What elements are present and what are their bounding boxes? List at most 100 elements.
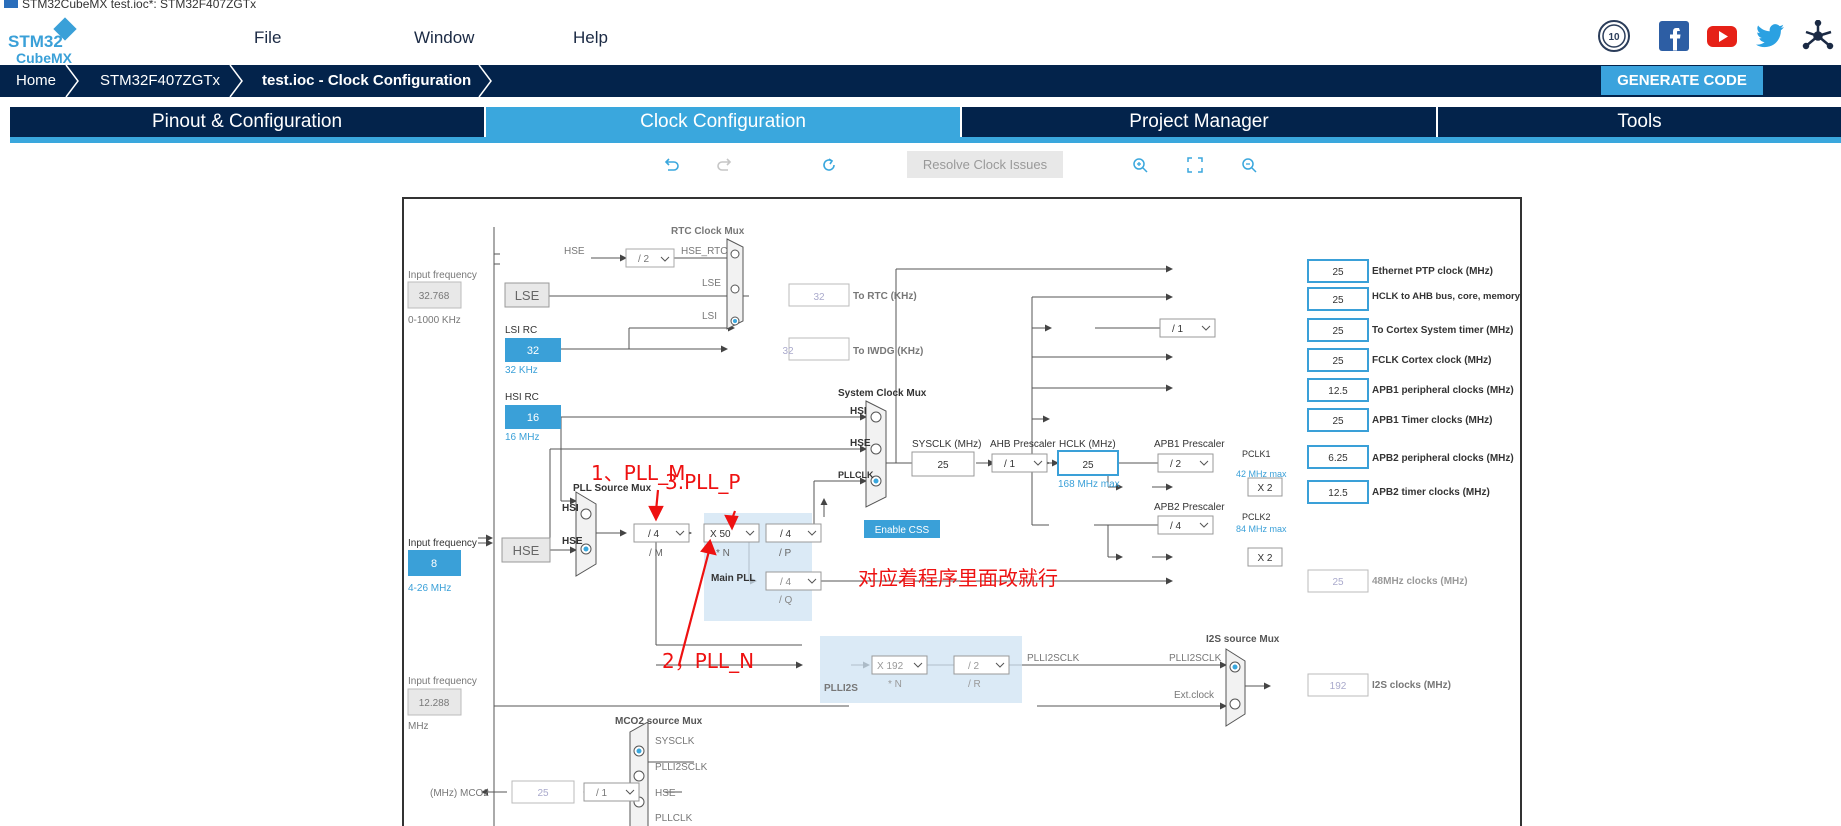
undo-icon[interactable] bbox=[662, 156, 680, 174]
output-value-4: 12.5 bbox=[1328, 386, 1348, 397]
pll-q-value: / 4 bbox=[780, 577, 792, 588]
output-label-5: APB1 Timer clocks (MHz) bbox=[1372, 415, 1492, 426]
lse-label: LSE bbox=[515, 288, 540, 303]
mco2-plli2sclk-label: PLLI2SCLK bbox=[655, 762, 708, 773]
plli2s-n-value: X 192 bbox=[877, 661, 904, 672]
twitter-icon[interactable] bbox=[1754, 20, 1786, 52]
output-label-1: HCLK to AHB bus, core, memory and DMA (M… bbox=[1372, 291, 1522, 302]
rtc-lsi-label: LSI bbox=[702, 311, 717, 322]
breadcrumb-home[interactable]: Home bbox=[16, 65, 56, 97]
app-icon bbox=[4, 0, 18, 8]
zoom-in-icon[interactable] bbox=[1131, 156, 1149, 174]
i2s-source-mux[interactable] bbox=[1225, 648, 1246, 727]
output-label-7: APB2 timer clocks (MHz) bbox=[1372, 487, 1490, 498]
anniversary-badge-icon[interactable]: 10 bbox=[1598, 20, 1630, 52]
mco2-divider-select[interactable] bbox=[583, 782, 640, 802]
pclk1-label: PCLK1 bbox=[1242, 449, 1271, 459]
stm32cubemx-logo: STM32 CubeMX bbox=[8, 17, 80, 66]
sysclk-label: SYSCLK (MHz) bbox=[912, 439, 981, 450]
output-value-5: 25 bbox=[1332, 416, 1344, 427]
ext-input-label: Input frequency bbox=[408, 676, 477, 687]
iwdg-value: 32 bbox=[782, 346, 794, 357]
mco2-mux-label: MCO2 source Mux bbox=[615, 716, 703, 727]
system-mux-label: System Clock Mux bbox=[838, 388, 927, 399]
out48-value: 25 bbox=[1332, 577, 1344, 588]
generate-code-button[interactable]: GENERATE CODE bbox=[1601, 66, 1763, 95]
plli2s-r-value: / 2 bbox=[968, 661, 980, 672]
cortex-timer-divider[interactable] bbox=[1159, 318, 1216, 338]
pll-m-select[interactable] bbox=[633, 523, 690, 543]
tab-tools[interactable]: Tools bbox=[1438, 107, 1841, 137]
output-label-3: FCLK Cortex clock (MHz) bbox=[1372, 355, 1491, 366]
fit-screen-icon[interactable] bbox=[1186, 156, 1204, 174]
pll-hsi-label: HSI bbox=[562, 503, 579, 514]
output-value-7: 12.5 bbox=[1328, 488, 1348, 499]
menu-help[interactable]: Help bbox=[573, 28, 608, 48]
main-pll-label: Main PLL bbox=[711, 573, 755, 584]
menu-file[interactable]: File bbox=[254, 28, 281, 48]
apb2-timer-multiplier: X 2 bbox=[1257, 553, 1272, 564]
breadcrumb-device[interactable]: STM32F407ZGTx bbox=[100, 65, 220, 97]
tab-pinout-configuration[interactable]: Pinout & Configuration bbox=[10, 107, 484, 137]
i2s-clocks-label: I2S clocks (MHz) bbox=[1372, 680, 1451, 691]
pll-p-label: / P bbox=[779, 548, 792, 559]
i2s-ext-label: Ext.clock bbox=[1174, 690, 1215, 701]
rtc-out-value: 32 bbox=[813, 292, 825, 303]
facebook-icon[interactable] bbox=[1658, 20, 1690, 52]
breadcrumb-separator-icon bbox=[65, 65, 79, 97]
zoom-out-icon[interactable] bbox=[1240, 156, 1258, 174]
mco2-pllclk-label: PLLCLK bbox=[655, 813, 693, 824]
svg-text:10: 10 bbox=[1608, 32, 1620, 43]
pll-p-select[interactable] bbox=[765, 523, 822, 543]
sysclk-value-text: 25 bbox=[937, 460, 949, 471]
annotation-note: 对应着程序里面改就行 bbox=[858, 566, 1058, 590]
output-label-4: APB1 peripheral clocks (MHz) bbox=[1372, 385, 1514, 396]
pll-source-mux[interactable] bbox=[575, 491, 597, 577]
mco2-hse-label: HSE bbox=[655, 788, 676, 799]
apb1-prescaler-select[interactable] bbox=[1157, 453, 1214, 473]
plli2s-r-select[interactable] bbox=[953, 655, 1010, 675]
tab-project-manager[interactable]: Project Manager bbox=[962, 107, 1436, 137]
pll-q-select[interactable] bbox=[765, 571, 822, 591]
out48-label: 48MHz clocks (MHz) bbox=[1372, 576, 1468, 587]
plli2s-n-label: * N bbox=[888, 679, 902, 690]
hclk-value: 25 bbox=[1082, 460, 1094, 471]
hse-range: 4-26 MHz bbox=[408, 583, 451, 594]
tab-underline bbox=[10, 137, 1841, 143]
reset-icon[interactable] bbox=[820, 156, 838, 174]
output-label-0: Ethernet PTP clock (MHz) bbox=[1372, 266, 1493, 277]
ext-input-value: 12.288 bbox=[419, 698, 450, 709]
output-value-0: 25 bbox=[1332, 267, 1344, 278]
iwdg-label: To IWDG (KHz) bbox=[853, 346, 923, 357]
lse-range: 0-1000 KHz bbox=[408, 315, 461, 326]
ahb-prescaler-select[interactable] bbox=[991, 453, 1048, 473]
redo-icon[interactable] bbox=[716, 156, 734, 174]
menu-bar: STM32 CubeMX File Window Help 10 bbox=[0, 10, 1841, 66]
rtc-hse-divider[interactable] bbox=[625, 248, 675, 268]
mco2-value: 25 bbox=[537, 788, 549, 799]
output-value-1: 25 bbox=[1332, 295, 1344, 306]
lsi-value: 32 bbox=[527, 345, 539, 357]
ahb-prescaler-value: / 1 bbox=[1004, 459, 1016, 470]
resolve-clock-issues-button[interactable]: Resolve Clock Issues bbox=[907, 151, 1063, 178]
hclk-max: 168 MHz max bbox=[1058, 479, 1120, 490]
hsi-unit: 16 MHz bbox=[505, 432, 539, 443]
apb2-prescaler-select[interactable] bbox=[1157, 515, 1214, 535]
enable-css-label: Enable CSS bbox=[875, 525, 930, 536]
pclk1-max: 42 MHz max bbox=[1236, 469, 1287, 479]
clock-tree-diagram: Input frequency 32.768 0-1000 KHz Input … bbox=[407, 226, 1522, 826]
annotation-pll-n: 2，PLL_N bbox=[662, 649, 755, 673]
output-label-2: To Cortex System timer (MHz) bbox=[1372, 325, 1514, 336]
menu-window[interactable]: Window bbox=[414, 28, 474, 48]
lsi-rc-label: LSI RC bbox=[505, 325, 537, 336]
tab-clock-configuration[interactable]: Clock Configuration bbox=[486, 107, 960, 137]
pclk2-max: 84 MHz max bbox=[1236, 524, 1287, 534]
network-icon[interactable] bbox=[1802, 20, 1834, 52]
ext-unit: MHz bbox=[408, 721, 429, 732]
youtube-icon[interactable] bbox=[1706, 20, 1738, 52]
window-title-bar: STM32CubeMX test.ioc*: STM32F407ZGTx bbox=[0, 0, 1841, 10]
rtc-divider-value: / 2 bbox=[638, 254, 650, 265]
output-value-2: 25 bbox=[1332, 326, 1344, 337]
breadcrumb-current[interactable]: test.ioc - Clock Configuration bbox=[262, 65, 471, 97]
apb1-timer-multiplier: X 2 bbox=[1257, 483, 1272, 494]
